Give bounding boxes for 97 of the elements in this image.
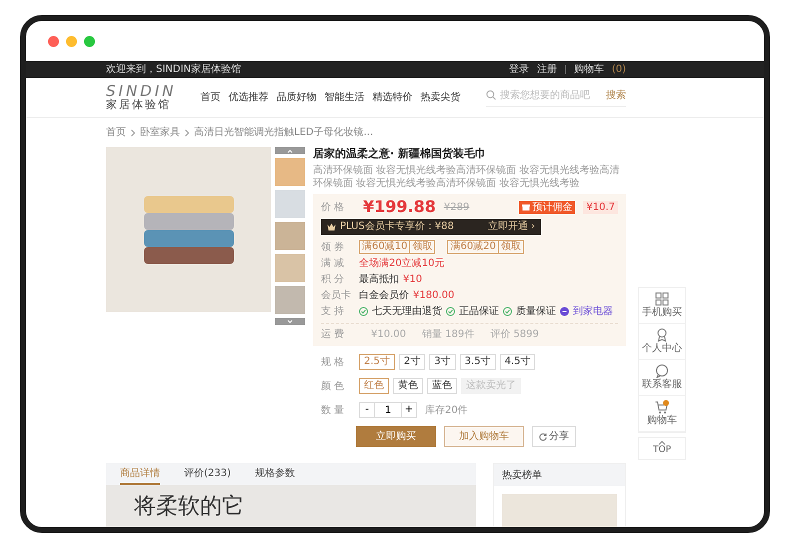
maximize-dot[interactable]	[84, 36, 95, 46]
service-label: 正品保证	[459, 304, 499, 318]
field-label: 领 券	[321, 240, 346, 254]
cart-count: (0)	[612, 63, 626, 76]
option-chip[interactable]: 3寸	[429, 354, 456, 370]
nav-link[interactable]: 首页	[200, 91, 220, 104]
banner-heading: 将柔软的它	[134, 493, 245, 522]
breadcrumb-link[interactable]: 卧室家具	[140, 126, 180, 139]
promo-text: 全场满20立减10元	[359, 256, 444, 270]
crown-icon	[327, 223, 336, 232]
side-toolbar-item[interactable]: 购物车	[639, 396, 685, 432]
side-toolbar-item[interactable]: 手机购买	[639, 288, 685, 324]
chevron-up-icon	[287, 148, 293, 152]
quantity-field[interactable]: 1	[375, 402, 401, 418]
field-label: 颜 色	[321, 380, 346, 393]
nav-link[interactable]: 精选特价	[372, 91, 412, 104]
thumbnail-photo[interactable]	[275, 190, 305, 218]
coupon-tag: 满60减20	[447, 240, 499, 254]
nav-link[interactable]: 热卖尖货	[420, 91, 460, 104]
benefit-amount: ¥180.00	[413, 288, 454, 302]
thumbnail-photo[interactable]	[275, 254, 305, 282]
nav-link[interactable]: 品质好物	[276, 91, 316, 104]
option-chip[interactable]: 蓝色	[427, 378, 457, 394]
chevron-right-icon	[130, 128, 136, 136]
chat-bubble-icon	[655, 364, 669, 378]
nav-link[interactable]: 优选推荐	[228, 91, 268, 104]
stat-text: ¥10.00	[371, 328, 406, 342]
coupon-tag: 满60减10	[359, 240, 410, 254]
check-circle-icon	[359, 306, 368, 316]
hot-list-title: 热卖榜单	[502, 468, 542, 482]
benefit-text: 白金会员价	[359, 288, 409, 302]
benefit-text: 最高抵扣	[359, 272, 399, 286]
account-link[interactable]: 登录	[508, 63, 529, 76]
check-circle-icon	[503, 306, 512, 316]
field-label: 数 量	[321, 404, 346, 417]
search-field[interactable]: 搜索您想要的商品吧	[500, 88, 590, 102]
breadcrumb-link[interactable]: 首页	[106, 126, 126, 139]
thumbnail-photo[interactable]	[275, 222, 305, 250]
side-toolbar-item[interactable]: 联系客服	[639, 360, 685, 396]
field-label: 价 格	[321, 200, 346, 214]
field-label: 支 持	[321, 304, 346, 318]
chevron-down-icon	[287, 320, 293, 324]
plus-open-link[interactable]: 立即开通 ›	[488, 219, 535, 236]
product-description: 高清环保镜面 妆容无惧光线考验高清环保镜面 妆容无惧光线考验高清环保镜面 妆容无惧光线考验高清环保镜面 妆容无惧光线考验	[313, 165, 620, 190]
check-circle-icon	[446, 306, 455, 316]
thumbnail-photo[interactable]	[275, 158, 305, 186]
minus-button[interactable]: -	[359, 402, 375, 418]
stat-text: 销量 189件	[422, 328, 474, 342]
share-icon	[539, 432, 547, 441]
field-label: 会员卡	[321, 288, 352, 302]
detail-tab[interactable]: 规格参数	[254, 463, 295, 486]
search-icon	[486, 90, 496, 100]
logo-subtitle: 家居体验馆	[106, 98, 171, 112]
scroll-up-button[interactable]	[275, 147, 305, 154]
option-chip[interactable]: 3.5寸	[460, 354, 496, 370]
thumbnail-photo[interactable]	[275, 286, 305, 314]
field-label: 满 减	[321, 256, 346, 270]
breadcrumb-current: 高清日光智能调光指触LED子母化妆镜...	[194, 126, 374, 139]
minimize-dot[interactable]	[66, 36, 77, 46]
plus-button[interactable]: +	[401, 402, 417, 418]
service-label: 七天无理由退货	[372, 304, 442, 318]
commission-label: 预计佣金	[532, 200, 572, 214]
benefit-amount: ¥10	[403, 272, 422, 286]
medal-icon	[655, 328, 669, 342]
field-label: 规 格	[321, 356, 346, 369]
service-label: 质量保证	[516, 304, 556, 318]
stock-text: 库存20件	[425, 404, 468, 417]
close-dot[interactable]	[48, 36, 59, 46]
nav-link[interactable]: 智能生活	[324, 91, 364, 104]
buy-now-button[interactable]: 立即购买	[356, 426, 436, 448]
cart-link[interactable]: 购物车	[574, 63, 604, 76]
chevron-up-icon	[658, 440, 666, 445]
detail-tab[interactable]: 评价(233)	[184, 463, 231, 486]
back-to-top-button[interactable]: TOP	[638, 437, 686, 460]
cart-icon	[655, 400, 669, 414]
option-chip[interactable]: 4.5寸	[500, 354, 536, 370]
field-label: 积 分	[321, 272, 346, 286]
account-link[interactable]: 注册	[536, 63, 557, 76]
gift-icon	[522, 203, 530, 212]
plus-price-text: PLUS会员卡专享价：¥88	[340, 220, 454, 234]
chevron-right-icon	[184, 128, 190, 136]
brand-logo-icon	[560, 306, 569, 316]
logo-wordmark: SINDIN	[106, 84, 176, 99]
scroll-down-button[interactable]	[275, 318, 305, 325]
welcome-text: 欢迎来到，SINDIN家居体验馆	[106, 63, 241, 76]
commission-amount: ¥10.7	[583, 200, 618, 214]
side-toolbar-item[interactable]: 个人中心	[639, 324, 685, 360]
product-title: 居家的温柔之意· 新疆棉国货装毛巾	[313, 147, 488, 162]
price-text: ¥199.88	[363, 199, 436, 216]
option-chip[interactable]: 2寸	[398, 354, 426, 370]
share-button[interactable]: 分享	[532, 426, 576, 448]
original-price: ¥289	[444, 200, 470, 214]
service-label: 到家电器	[573, 304, 613, 318]
field-label: 运 费	[321, 328, 346, 342]
grid-icon	[655, 292, 669, 306]
stat-text: 评价 5899	[490, 328, 539, 342]
option-chip[interactable]: 黄色	[393, 378, 423, 394]
